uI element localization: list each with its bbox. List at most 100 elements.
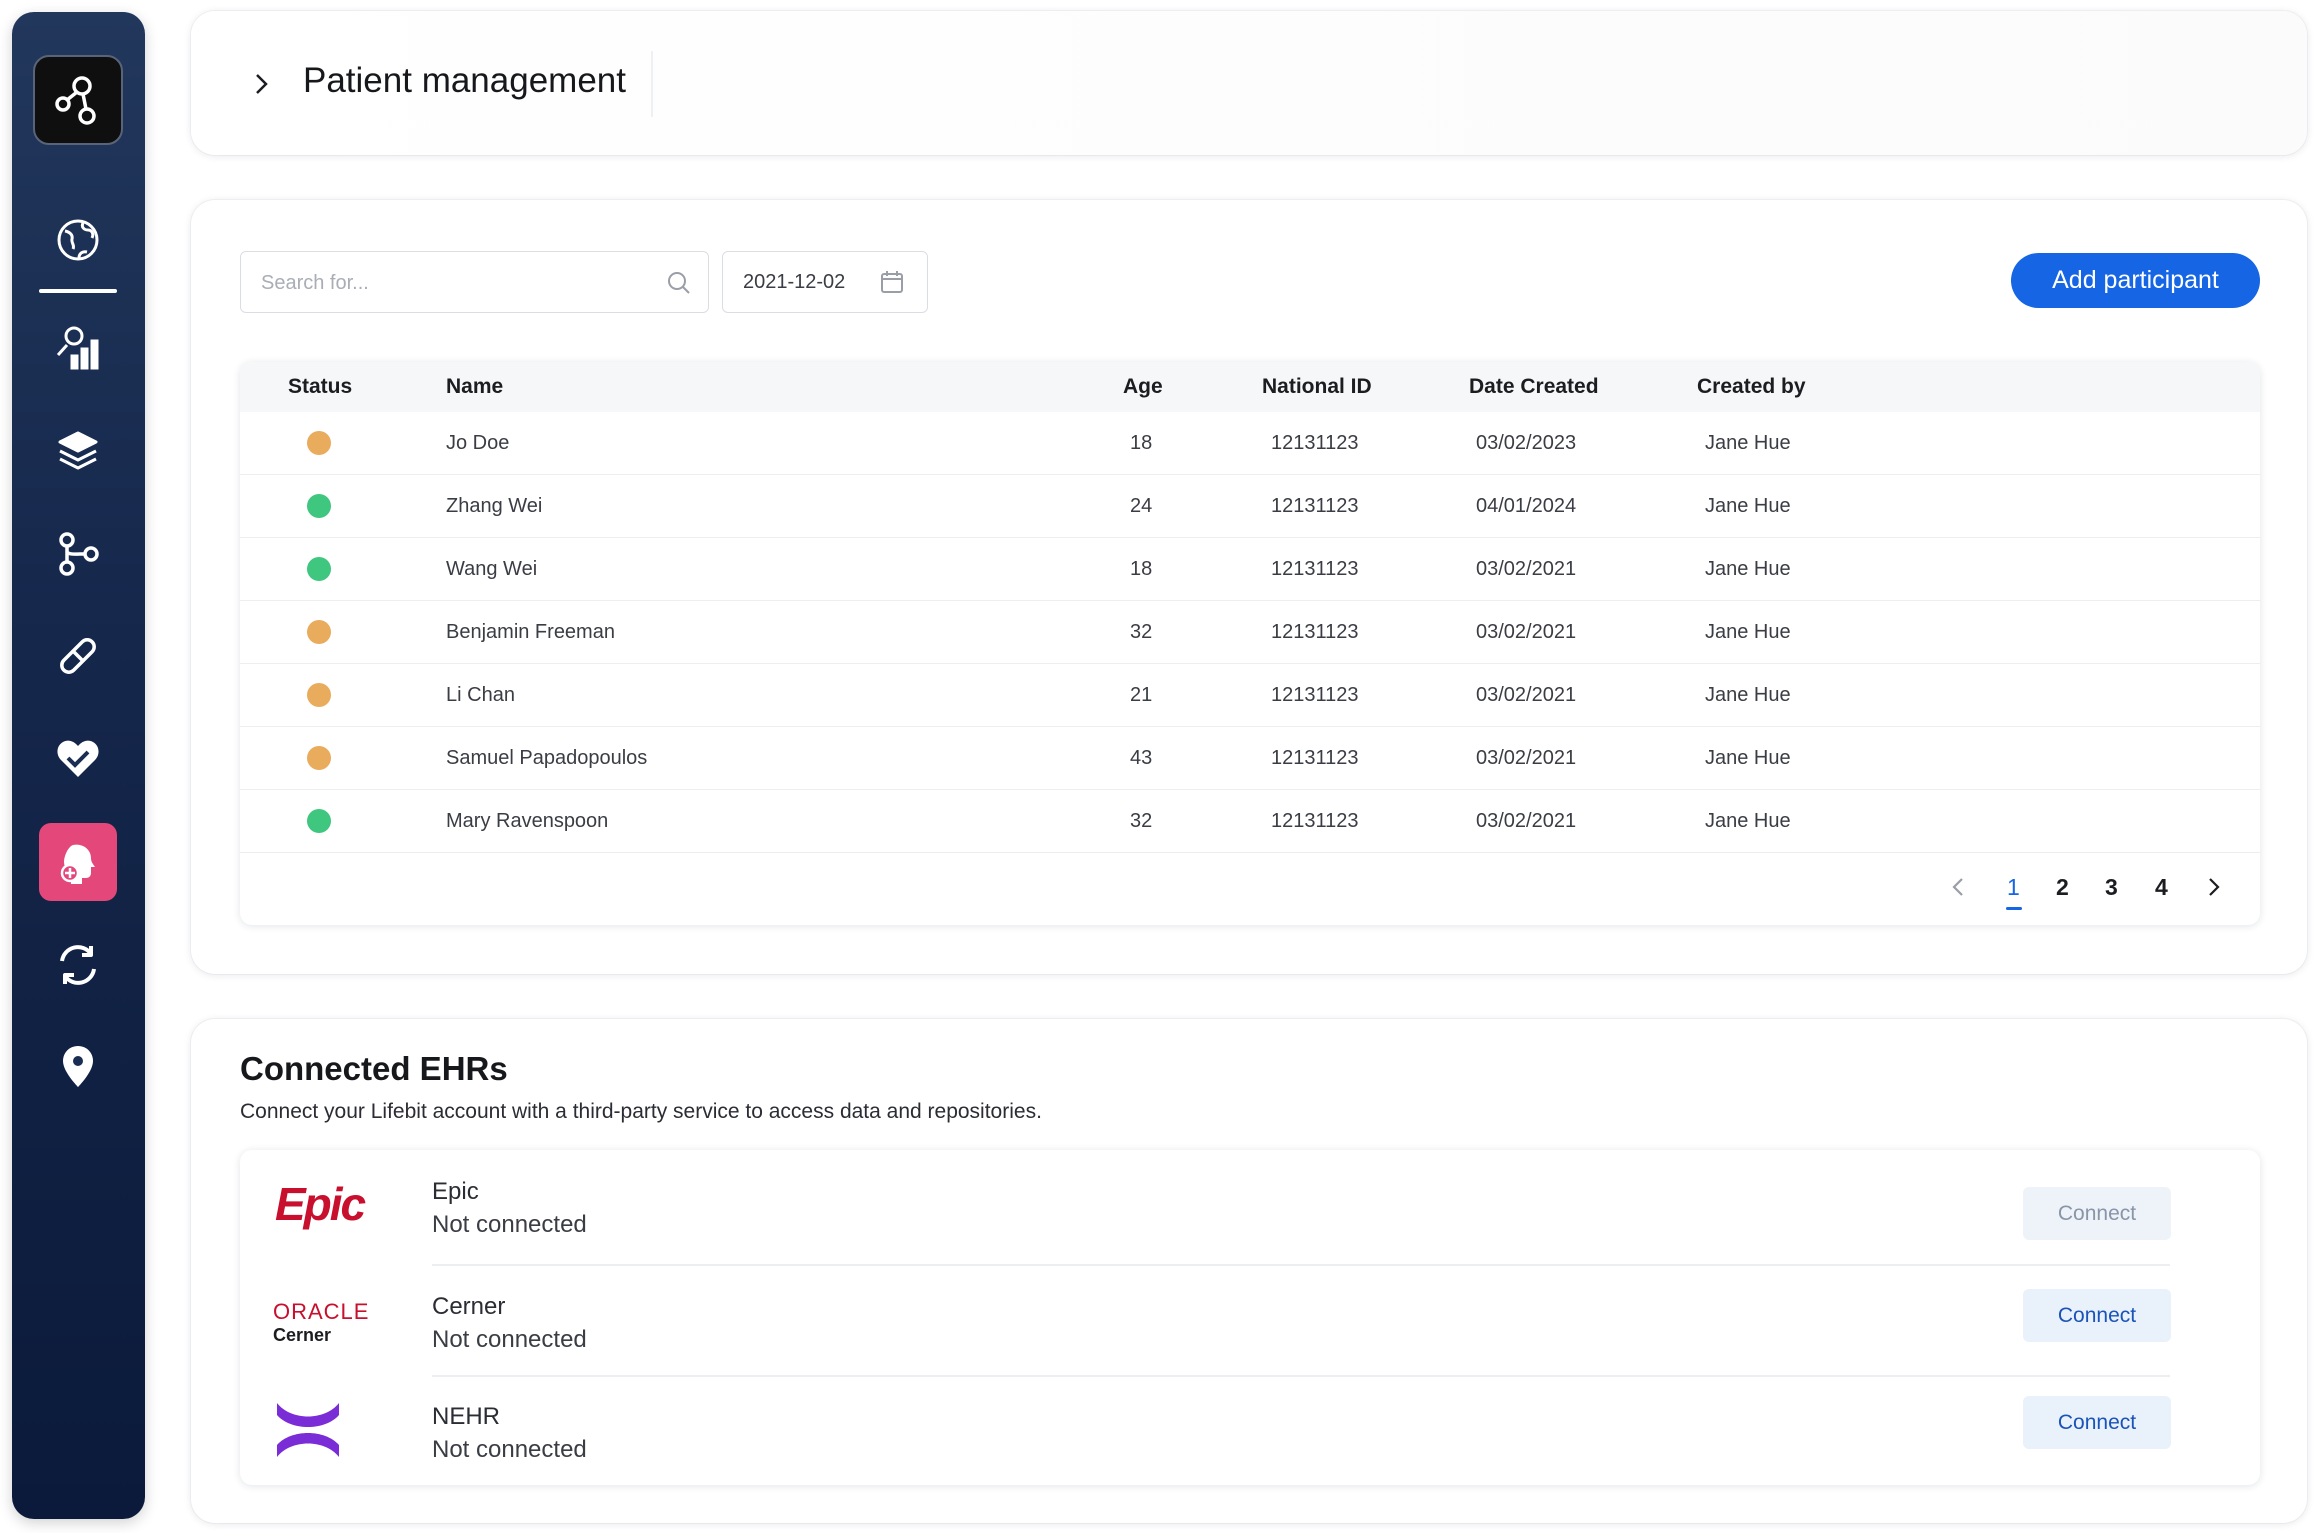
ehr-item-cerner: ORACLE Cerner Cerner Not connected Conne… xyxy=(240,1265,2260,1376)
chevron-right-icon[interactable] xyxy=(2200,874,2226,900)
ehr-status: Not connected xyxy=(432,1211,587,1238)
status-dot xyxy=(307,746,331,770)
cell-date-created: 03/02/2021 xyxy=(1476,684,1577,706)
current-page-indicator xyxy=(2006,907,2022,910)
patient-table-card: 2021-12-02 Add participant Status Name A… xyxy=(191,200,2307,974)
chevron-right-icon[interactable] xyxy=(246,69,276,99)
ehr-name: Cerner xyxy=(432,1293,506,1320)
cell-age: 21 xyxy=(1130,684,1153,706)
status-dot xyxy=(307,494,331,518)
cell-age: 32 xyxy=(1130,621,1153,643)
connected-ehrs-card: Connected EHRs Connect your Lifebit acco… xyxy=(191,1019,2307,1523)
column-header-age[interactable]: Age xyxy=(1123,375,1163,399)
sync-icon[interactable] xyxy=(39,926,117,1004)
ehrs-subtitle: Connect your Lifebit account with a thir… xyxy=(240,1100,1042,1123)
date-value: 2021-12-02 xyxy=(743,271,846,293)
header-card: Patient management xyxy=(191,11,2307,155)
column-header-name[interactable]: Name xyxy=(446,375,503,399)
pagination: 1 2 3 4 xyxy=(240,872,2260,912)
analytics-icon[interactable] xyxy=(39,309,117,387)
cell-date-created: 03/02/2021 xyxy=(1476,621,1577,643)
cell-name: Samuel Papadopoulos xyxy=(446,747,648,769)
table-row[interactable]: Benjamin Freeman 32 12131123 03/02/2021 … xyxy=(240,601,2260,664)
chevron-left-icon[interactable] xyxy=(1946,874,1972,900)
page-title: Patient management xyxy=(303,61,626,100)
ehr-name: Epic xyxy=(432,1178,479,1205)
search-icon[interactable] xyxy=(666,270,692,296)
cell-national-id: 12131123 xyxy=(1271,495,1359,517)
nav-underline xyxy=(39,289,117,293)
cell-name: Mary Ravenspoon xyxy=(446,810,609,832)
epic-logo: Epic xyxy=(275,1178,368,1230)
cell-name: Wang Wei xyxy=(446,558,538,580)
svg-text:ORACLE: ORACLE xyxy=(273,1299,369,1324)
status-dot xyxy=(307,620,331,644)
pill-icon[interactable] xyxy=(39,617,117,695)
workflow-icon[interactable] xyxy=(39,515,117,593)
date-picker[interactable]: 2021-12-02 xyxy=(722,251,928,313)
table-row[interactable]: Mary Ravenspoon 32 12131123 03/02/2021 J… xyxy=(240,790,2260,853)
patient-icon[interactable] xyxy=(39,823,117,901)
layers-icon[interactable] xyxy=(39,412,117,490)
cell-age: 43 xyxy=(1130,747,1153,769)
page-4-button[interactable]: 4 xyxy=(2155,874,2168,901)
cell-date-created: 04/01/2024 xyxy=(1476,495,1577,517)
search-input[interactable] xyxy=(261,264,641,302)
cell-created-by: Jane Hue xyxy=(1705,558,1791,580)
column-header-date-created[interactable]: Date Created xyxy=(1469,375,1599,399)
ehr-item-nehr: NEHR Not connected Connect xyxy=(240,1375,2260,1486)
connect-nehr-button[interactable]: Connect xyxy=(2023,1396,2171,1449)
table-row[interactable]: Zhang Wei 24 12131123 04/01/2024 Jane Hu… xyxy=(240,475,2260,538)
connect-epic-button[interactable]: Connect xyxy=(2023,1187,2171,1240)
status-dot xyxy=(307,683,331,707)
ehrs-title: Connected EHRs xyxy=(240,1050,508,1087)
calendar-icon[interactable] xyxy=(879,269,905,295)
cell-national-id: 12131123 xyxy=(1271,684,1359,706)
ehr-item-epic: Epic Epic Not connected Connect xyxy=(240,1150,2260,1261)
cell-name: Li Chan xyxy=(446,684,515,706)
cell-created-by: Jane Hue xyxy=(1705,684,1791,706)
search-box xyxy=(240,251,709,313)
page-2-button[interactable]: 2 xyxy=(2056,874,2069,901)
cell-national-id: 12131123 xyxy=(1271,432,1359,454)
cell-date-created: 03/02/2023 xyxy=(1476,432,1577,454)
status-dot xyxy=(307,431,331,455)
cell-date-created: 03/02/2021 xyxy=(1476,558,1577,580)
table-row[interactable]: Wang Wei 18 12131123 03/02/2021 Jane Hue xyxy=(240,538,2260,601)
cell-created-by: Jane Hue xyxy=(1705,747,1791,769)
cell-created-by: Jane Hue xyxy=(1705,621,1791,643)
status-dot xyxy=(307,557,331,581)
location-icon[interactable] xyxy=(39,1028,117,1106)
column-header-national-id[interactable]: National ID xyxy=(1262,375,1372,399)
heart-check-icon[interactable] xyxy=(39,719,117,797)
lifebit-logo-icon[interactable] xyxy=(33,55,123,145)
connect-cerner-button[interactable]: Connect xyxy=(2023,1289,2171,1342)
sidebar xyxy=(12,12,145,1519)
oracle-cerner-logo: ORACLE Cerner xyxy=(273,1299,369,1345)
svg-text:Cerner: Cerner xyxy=(273,1325,331,1345)
cell-name: Benjamin Freeman xyxy=(446,621,615,643)
globe-icon[interactable] xyxy=(39,201,117,279)
table-row[interactable]: Jo Doe 18 12131123 03/02/2023 Jane Hue xyxy=(240,412,2260,475)
patient-table: Status Name Age National ID Date Created… xyxy=(240,362,2260,925)
header-divider xyxy=(651,51,653,117)
cell-name: Zhang Wei xyxy=(446,495,543,517)
svg-text:Epic: Epic xyxy=(275,1178,366,1230)
cell-national-id: 12131123 xyxy=(1271,558,1359,580)
ehr-status: Not connected xyxy=(432,1436,587,1463)
page-1-button[interactable]: 1 xyxy=(2007,874,2020,901)
column-header-created-by[interactable]: Created by xyxy=(1697,375,1806,399)
page-3-button[interactable]: 3 xyxy=(2105,874,2118,901)
cell-created-by: Jane Hue xyxy=(1705,810,1791,832)
ehr-name: NEHR xyxy=(432,1403,501,1430)
cell-age: 24 xyxy=(1130,495,1153,517)
cell-national-id: 12131123 xyxy=(1271,747,1359,769)
cell-national-id: 12131123 xyxy=(1271,810,1359,832)
add-participant-button[interactable]: Add participant xyxy=(2011,253,2260,308)
table-row[interactable]: Li Chan 21 12131123 03/02/2021 Jane Hue xyxy=(240,664,2260,727)
column-header-status[interactable]: Status xyxy=(288,375,352,399)
ehr-list: Epic Epic Not connected Connect ORACLE C… xyxy=(240,1150,2260,1485)
cell-age: 18 xyxy=(1130,558,1153,580)
cell-national-id: 12131123 xyxy=(1271,621,1359,643)
table-row[interactable]: Samuel Papadopoulos 43 12131123 03/02/20… xyxy=(240,727,2260,790)
